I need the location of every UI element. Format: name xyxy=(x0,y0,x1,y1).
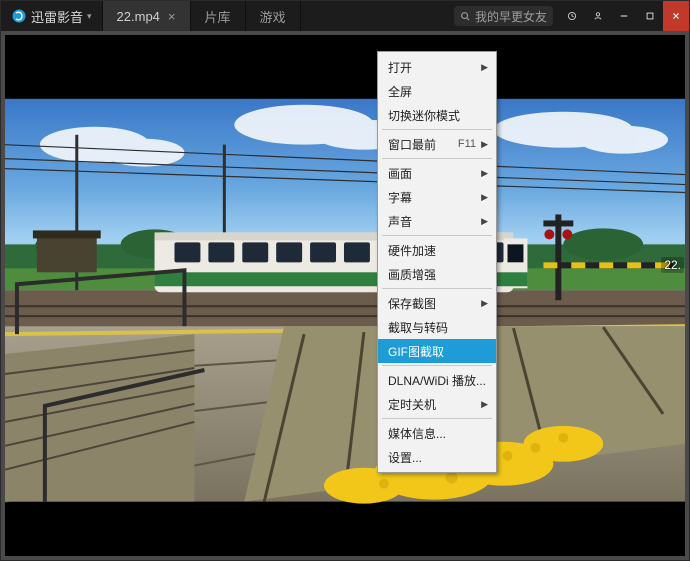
submenu-arrow-icon: ▶ xyxy=(481,192,488,203)
minimize-button[interactable] xyxy=(611,1,637,31)
menu-media-info[interactable]: 媒体信息... xyxy=(378,421,496,445)
menu-separator xyxy=(382,158,492,159)
search-placeholder: 我的早更女友 xyxy=(475,8,547,25)
app-title-caret: ▾ xyxy=(87,11,92,22)
video-viewport[interactable]: 22. xyxy=(5,35,685,556)
app-logo-icon xyxy=(11,8,27,24)
menu-dlna-widi[interactable]: DLNA/WiDi 播放... xyxy=(378,368,496,392)
submenu-arrow-icon: ▶ xyxy=(481,298,488,309)
menu-enhance[interactable]: 画质增强 xyxy=(378,262,496,286)
menu-separator xyxy=(382,365,492,366)
menu-mini-mode[interactable]: 切换迷你模式 xyxy=(378,103,496,127)
tab-label: 22.mp4 xyxy=(117,9,160,24)
menu-settings[interactable]: 设置... xyxy=(378,445,496,469)
tab-games[interactable]: 游戏 xyxy=(246,1,300,31)
user-icon xyxy=(593,11,603,21)
search-icon xyxy=(460,11,471,22)
titlebar: 迅雷影音 ▾ 22.mp4 × 片库 游戏 我的早更女友 xyxy=(1,1,689,31)
maximize-button[interactable] xyxy=(637,1,663,31)
submenu-arrow-icon: ▶ xyxy=(481,216,488,227)
menu-audio[interactable]: 声音▶ xyxy=(378,209,496,233)
menu-separator xyxy=(382,129,492,130)
menu-timed-shutdown[interactable]: 定时关机▶ xyxy=(378,392,496,416)
tab-label: 片库 xyxy=(205,7,231,26)
submenu-arrow-icon: ▶ xyxy=(481,399,488,410)
minimize-icon xyxy=(619,11,629,21)
submenu-arrow-icon: ▶ xyxy=(481,139,488,150)
menu-picture[interactable]: 画面▶ xyxy=(378,161,496,185)
window-controls xyxy=(559,1,689,31)
content-area: 22. 打开▶ 全屏 切换迷你模式 窗口最前F11▶ 画面▶ 字幕▶ 声音▶ 硬… xyxy=(5,35,685,556)
menu-cut-transcode[interactable]: 截取与转码 xyxy=(378,315,496,339)
user-button[interactable] xyxy=(585,1,611,31)
submenu-arrow-icon: ▶ xyxy=(481,168,488,179)
tab-current-file[interactable]: 22.mp4 × xyxy=(103,1,190,31)
tab-library[interactable]: 片库 xyxy=(191,1,245,31)
menu-hotkey: F11 xyxy=(458,138,476,150)
menu-separator xyxy=(382,288,492,289)
menu-gif-capture[interactable]: GIF图截取 xyxy=(378,339,496,363)
tab-close-icon[interactable]: × xyxy=(168,9,176,24)
context-menu: 打开▶ 全屏 切换迷你模式 窗口最前F11▶ 画面▶ 字幕▶ 声音▶ 硬件加速 … xyxy=(377,51,497,473)
app-frame: 迅雷影音 ▾ 22.mp4 × 片库 游戏 我的早更女友 xyxy=(0,0,690,561)
menu-subtitle[interactable]: 字幕▶ xyxy=(378,185,496,209)
tab-label: 游戏 xyxy=(260,7,286,26)
menu-separator xyxy=(382,235,492,236)
history-icon xyxy=(567,11,577,21)
close-icon xyxy=(671,11,681,21)
menu-hw-accel[interactable]: 硬件加速 xyxy=(378,238,496,262)
search-box[interactable]: 我的早更女友 xyxy=(454,6,553,26)
close-button[interactable] xyxy=(663,1,689,31)
menu-open[interactable]: 打开▶ xyxy=(378,55,496,79)
submenu-arrow-icon: ▶ xyxy=(481,62,488,73)
app-title[interactable]: 迅雷影音 ▾ xyxy=(1,1,102,31)
menu-separator xyxy=(382,418,492,419)
maximize-icon xyxy=(645,11,655,21)
menu-fullscreen[interactable]: 全屏 xyxy=(378,79,496,103)
history-button[interactable] xyxy=(559,1,585,31)
video-time-badge: 22. xyxy=(661,257,684,273)
menu-save-screenshot[interactable]: 保存截图▶ xyxy=(378,291,496,315)
titlebar-spacer xyxy=(301,1,448,31)
menu-always-on-top[interactable]: 窗口最前F11▶ xyxy=(378,132,496,156)
video-frame-art xyxy=(5,35,685,556)
app-title-label: 迅雷影音 xyxy=(31,7,83,26)
